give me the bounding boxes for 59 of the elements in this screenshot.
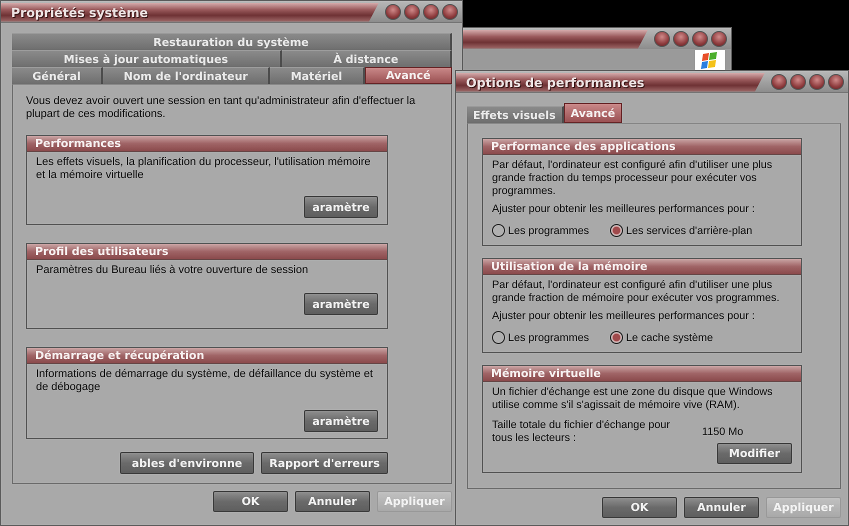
group-title: Performance des applications <box>491 140 676 153</box>
title-bar-button[interactable] <box>654 30 670 46</box>
size-value: 1150 Mo <box>702 426 744 438</box>
tab[interactable]: Avancé <box>564 103 622 123</box>
window-title: Options de performances <box>466 74 644 90</box>
radio-option[interactable]: Les services d'arrière-plan <box>610 224 752 237</box>
radio-option[interactable]: Les programmes <box>492 331 610 344</box>
group-title: Profil des utilisateurs <box>35 245 168 258</box>
group-title: Utilisation de la mémoire <box>491 260 648 273</box>
radio-option[interactable]: Le cache système <box>610 331 714 344</box>
tab[interactable]: Avancé <box>364 67 452 84</box>
group-description: Par défaut, l'ordinateur est configuré afin d'utiliser une plus grande fraction de mémoire pour exécuter vos programmes. <box>492 279 780 305</box>
window-title: Propriétés système <box>11 4 148 20</box>
title-bar-button[interactable] <box>692 30 708 46</box>
radio-button[interactable] <box>610 224 623 237</box>
flag-icon <box>695 50 725 72</box>
dialog-button[interactable]: OK <box>602 497 677 518</box>
radio-button[interactable] <box>610 331 623 344</box>
radio-option[interactable]: Les programmes <box>492 224 610 237</box>
dialog-button[interactable]: Annuler <box>684 497 759 518</box>
settings-button[interactable]: aramètre <box>304 196 378 218</box>
tab[interactable]: Restauration du système <box>12 33 452 50</box>
notice-text: Vous devez avoir ouvert une session en tant qu'administrateur afin d'effectuer la plupart de ces modifications. <box>26 95 416 121</box>
settings-button[interactable]: aramètre <box>304 293 378 315</box>
group-description: Les effets visuels, la planification du processeur, l'utilisation mémoire et la mémoire virtuelle <box>36 156 372 182</box>
tab[interactable]: Nom de l'ordinateur <box>103 67 270 84</box>
group-description: Informations de démarrage du système, de défaillance du système et de débogage <box>36 368 374 394</box>
title-bar-button[interactable] <box>673 30 689 46</box>
tab[interactable]: Effets visuels <box>467 106 564 123</box>
title-bar-button[interactable] <box>771 74 787 90</box>
title-bar-button[interactable] <box>385 4 401 20</box>
radio-button[interactable] <box>492 331 505 344</box>
title-bar-button[interactable] <box>809 74 825 90</box>
title-bar-button[interactable] <box>423 4 439 20</box>
radio-button[interactable] <box>492 224 505 237</box>
tab[interactable]: Matériel <box>270 67 365 84</box>
settings-button[interactable]: aramètre <box>304 410 378 432</box>
group-title: Performances <box>35 137 121 150</box>
tab[interactable]: Mises à jour automatiques <box>12 50 282 67</box>
title-bar-button[interactable] <box>404 4 420 20</box>
dialog-button[interactable]: OK <box>213 491 288 512</box>
modify-button[interactable]: Modifier <box>717 443 792 464</box>
dialog-button[interactable]: Annuler <box>295 491 370 512</box>
size-label: Taille totale du fichier d'échange pour tous les lecteurs : <box>492 419 671 445</box>
dialog-button[interactable]: Rapport d'erreurs <box>261 452 388 474</box>
group-description: Paramètres du Bureau liés à votre ouverture de session <box>36 264 310 277</box>
title-bar-button[interactable] <box>790 74 806 90</box>
tab[interactable]: À distance <box>282 50 452 67</box>
title-bar-button[interactable] <box>711 30 727 46</box>
title-bar-button[interactable] <box>828 74 844 90</box>
prompt-text: Ajuster pour obtenir les meilleures performances pour : <box>492 310 756 323</box>
prompt-text: Ajuster pour obtenir les meilleures performances pour : <box>492 203 756 216</box>
title-bar-button[interactable] <box>442 4 458 20</box>
dialog-button[interactable]: ables d'environne <box>120 452 254 474</box>
group-description: Un fichier d'échange est une zone du disque que Windows utilise comme s'il s'agissait de mémoire vive (RAM). <box>492 386 774 412</box>
tab[interactable]: Général <box>12 67 104 84</box>
group-description: Par défaut, l'ordinateur est configuré afin d'utiliser une plus grande fraction du temps processeur pour exécuter vos programmes. <box>492 159 774 198</box>
group-title: Démarrage et récupération <box>35 349 204 362</box>
group-title: Mémoire virtuelle <box>491 367 601 380</box>
